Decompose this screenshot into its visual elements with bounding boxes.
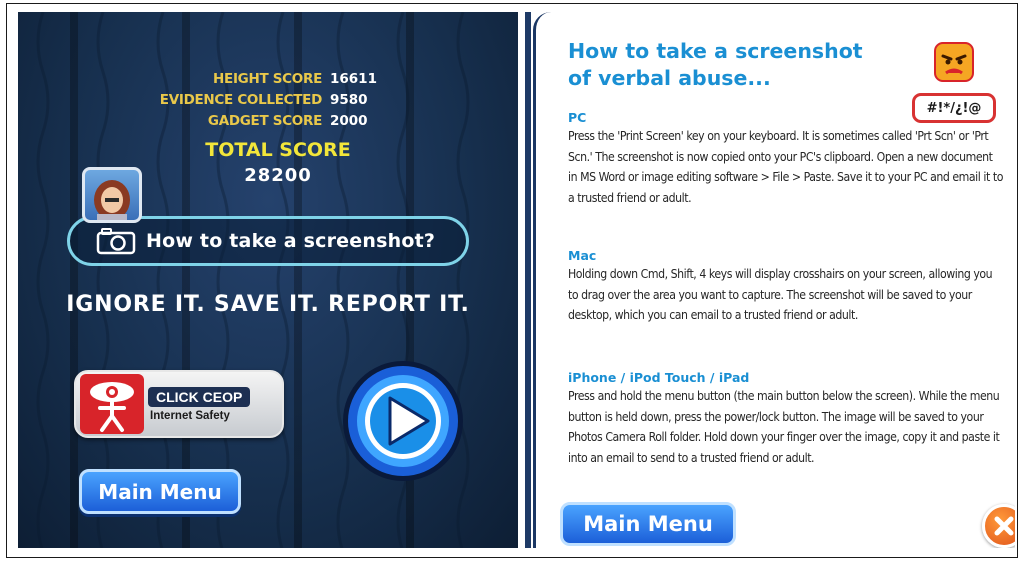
section-body-iphone: Press and hold the menu button (the main…: [568, 389, 1000, 465]
score-row: GADGET SCORE 2000: [128, 110, 378, 131]
play-icon[interactable]: [338, 358, 468, 484]
curse-speech-bubble: #!*/¿!@: [912, 93, 996, 123]
main-menu-button[interactable]: Main Menu: [79, 469, 241, 514]
instructions-card: How to take a screenshot of verbal abuse…: [533, 12, 1015, 548]
score-value: 2000: [330, 112, 368, 129]
close-button[interactable]: [982, 504, 1015, 548]
ceop-subtitle: Internet Safety: [150, 409, 230, 422]
score-row: HEIGHT SCORE 16611: [128, 68, 378, 89]
angry-face-icon: [934, 42, 974, 82]
section-body-mac: Holding down Cmd, Shift, 4 keys will dis…: [568, 267, 993, 322]
score-value: 9580: [330, 91, 368, 108]
section-heading-iphone: iPhone / iPod Touch / iPad: [568, 370, 750, 385]
main-menu-button[interactable]: Main Menu: [560, 502, 736, 546]
section-heading-pc: PC: [568, 110, 587, 125]
click-ceop-button[interactable]: CLICK CEOP Internet Safety: [74, 370, 284, 438]
ceop-logo: [80, 374, 144, 434]
instructions-title: How to take a screenshot of verbal abuse…: [568, 39, 863, 90]
avatar: [82, 167, 142, 223]
score-value: 16611: [330, 70, 377, 87]
ceop-title: CLICK CEOP: [148, 386, 251, 407]
score-label: HEIGHT SCORE: [213, 70, 322, 87]
ceop-text: CLICK CEOP Internet Safety: [148, 386, 251, 422]
score-label: GADGET SCORE: [207, 112, 322, 129]
total-score-label: TOTAL SCORE: [205, 139, 351, 161]
screenshot-instructions-panel: How to take a screenshot of verbal abuse…: [525, 12, 1015, 548]
section-body-pc: Press the 'Print Screen' key on your key…: [568, 129, 1003, 205]
score-label: EVIDENCE COLLECTED: [159, 91, 323, 108]
game-results-panel: HEIGHT SCORE 16611 EVIDENCE COLLECTED 95…: [18, 12, 518, 548]
total-score-value: 28200: [244, 165, 312, 186]
how-to-screenshot-button[interactable]: How to take a screenshot?: [67, 216, 469, 266]
section-heading-mac: Mac: [568, 248, 597, 263]
close-icon: [994, 516, 1014, 536]
score-table: HEIGHT SCORE 16611 EVIDENCE COLLECTED 95…: [128, 68, 378, 131]
slogan: IGNORE IT. SAVE IT. REPORT IT.: [66, 292, 470, 317]
score-row: EVIDENCE COLLECTED 9580: [128, 89, 378, 110]
how-to-screenshot-label: How to take a screenshot?: [146, 230, 436, 252]
camera-icon: [96, 228, 136, 255]
